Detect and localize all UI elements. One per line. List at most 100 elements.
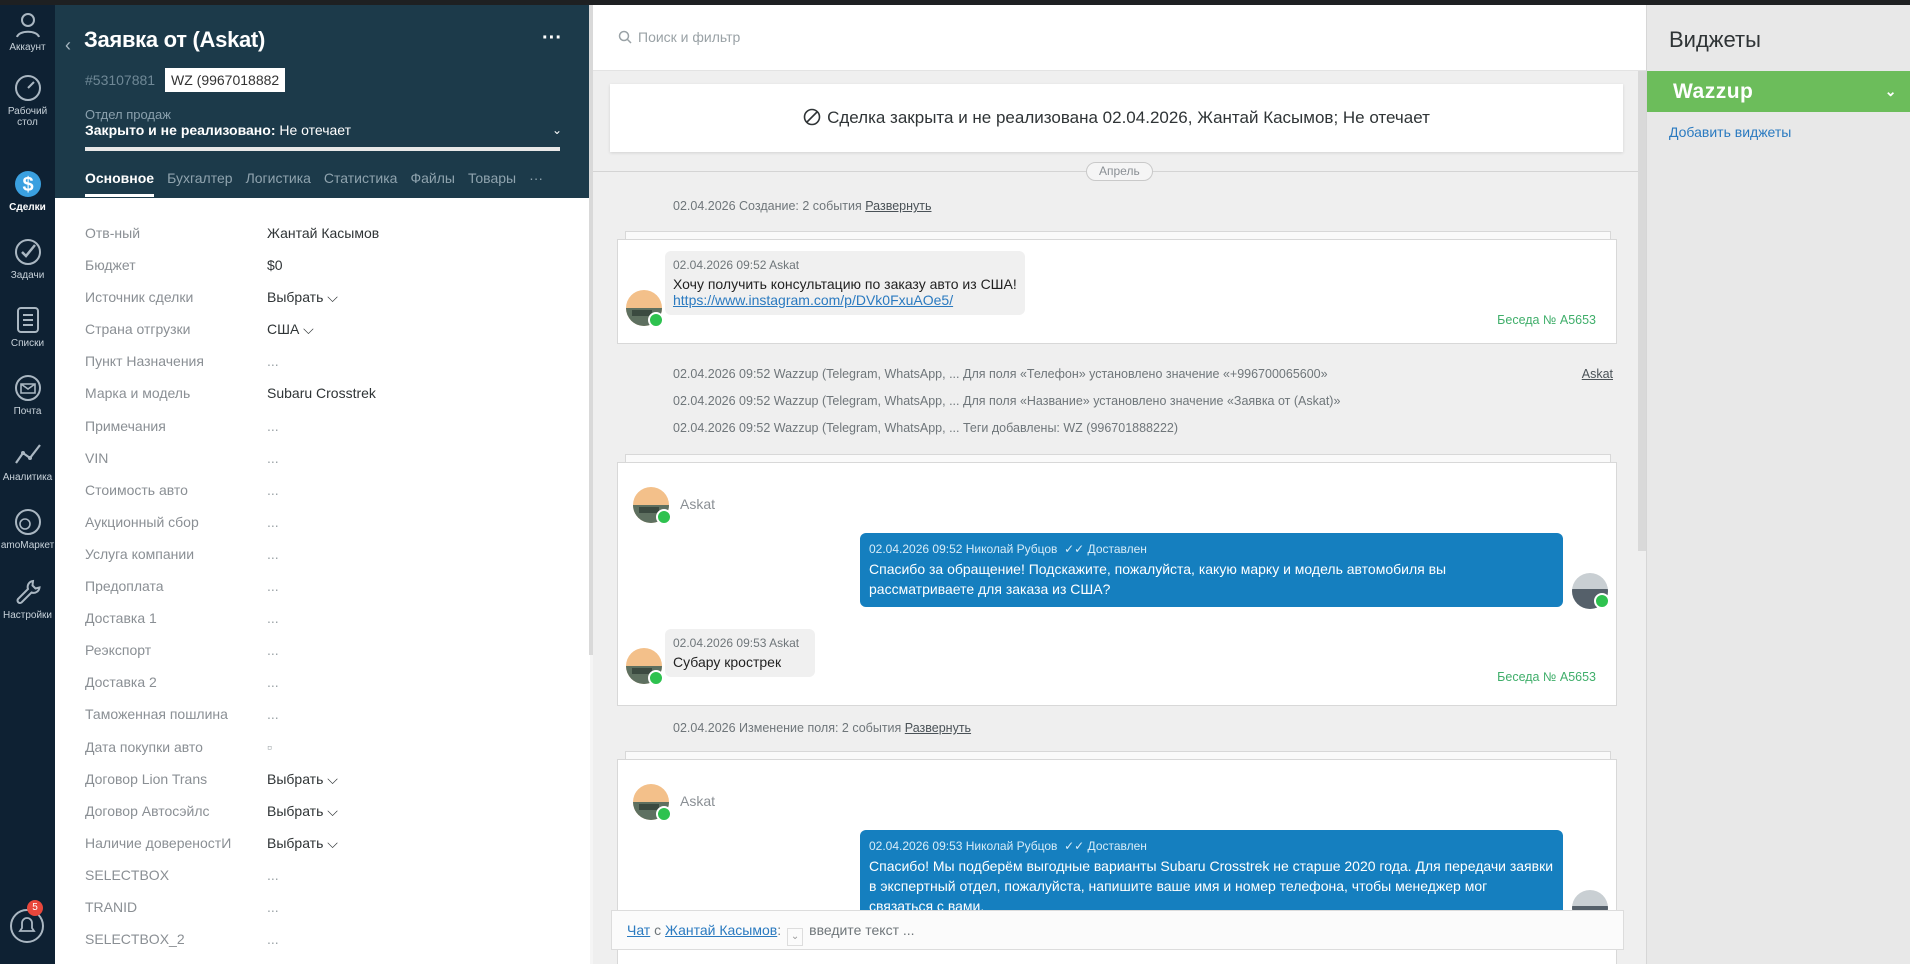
wazzup-widget[interactable]: Wazzup ⌄: [1647, 71, 1910, 112]
nav-deals[interactable]: $ Сделки: [0, 167, 55, 213]
tab-products[interactable]: Товары: [468, 170, 516, 194]
field-value[interactable]: ▫: [267, 739, 272, 755]
field-value[interactable]: Жантай Касымов: [267, 225, 379, 241]
nav-mail[interactable]: Почта: [0, 373, 55, 417]
field-row[interactable]: Наличие довереностИ Выбрать ⌵: [85, 827, 565, 859]
field-row[interactable]: Источник сделки Выбрать ⌵: [85, 281, 565, 313]
app-root: Аккаунт Рабочий стол $ Сделки Задачи Спи…: [0, 0, 1910, 964]
tab-files[interactable]: Файлы: [410, 170, 454, 194]
expand-link[interactable]: Развернуть: [905, 721, 971, 735]
chevron-down-icon[interactable]: ⌄: [787, 928, 804, 946]
field-row[interactable]: Доставка 2...: [85, 666, 565, 698]
field-row[interactable]: Предоплата...: [85, 570, 565, 602]
chat-contact-link[interactable]: Жантай Касымов: [665, 922, 777, 938]
chat-input[interactable]: введите текст ...: [809, 922, 914, 938]
nav-label: amoМаркет: [0, 540, 55, 551]
lead-tag[interactable]: WZ (9967018882: [165, 68, 285, 92]
message-link[interactable]: https://www.instagram.com/p/DVk0FxuAOe5/: [673, 292, 1017, 308]
field-label: Доставка 2: [85, 674, 157, 691]
field-value[interactable]: ...: [267, 706, 279, 722]
field-row[interactable]: Дата покупки авто ▫: [85, 731, 565, 763]
field-value[interactable]: США ⌵: [267, 321, 314, 338]
message-text: Хочу получить консультацию по заказу авт…: [673, 276, 1017, 292]
search-input[interactable]: Поиск и фильтр: [638, 29, 740, 45]
field-row[interactable]: Примечания...: [85, 410, 565, 442]
event-changed: 02.04.2026 Изменение поля: 2 события Раз…: [673, 721, 971, 735]
field-row[interactable]: Аукционный сбор...: [85, 506, 565, 538]
more-menu-icon[interactable]: ···: [542, 27, 562, 50]
field-label: Источник сделки: [85, 289, 194, 306]
field-value[interactable]: Выбрать ⌵: [267, 803, 338, 820]
tab-logistics[interactable]: Логистика: [246, 170, 311, 194]
field-value[interactable]: ...: [267, 418, 279, 434]
search-icon: [618, 30, 632, 44]
field-row[interactable]: Отв-ный Жантай Касымов: [85, 217, 565, 249]
nav-dashboard[interactable]: Рабочий стол: [0, 73, 55, 128]
add-widgets-link[interactable]: Добавить виджеты: [1669, 124, 1791, 140]
field-row[interactable]: Услуга компании...: [85, 538, 565, 570]
back-arrow-icon[interactable]: ‹: [65, 35, 71, 56]
nav-settings[interactable]: Настройки: [0, 577, 55, 621]
field-row[interactable]: Марка и модель Subaru Crosstrek: [85, 377, 565, 409]
message-card: 02.04.2026 09:52 Askat Хочу получить кон…: [617, 239, 1617, 344]
field-row[interactable]: SELECTBOX...: [85, 859, 565, 891]
field-row[interactable]: Стоимость авто...: [85, 474, 565, 506]
field-row[interactable]: Реэкспорт...: [85, 634, 565, 666]
field-row[interactable]: Пункт Назначения...: [85, 345, 565, 377]
expand-link[interactable]: Развернуть: [865, 199, 931, 213]
message-meta: 02.04.2026 09:52 Askat: [673, 258, 800, 272]
field-value[interactable]: ...: [267, 578, 279, 594]
field-value[interactable]: ...: [267, 867, 279, 883]
chevron-down-icon[interactable]: ⌄: [552, 123, 562, 137]
tab-statistics[interactable]: Статистика: [324, 170, 398, 194]
tab-accounting[interactable]: Бухгалтер: [167, 170, 232, 194]
field-row[interactable]: TRANID...: [85, 891, 565, 923]
field-value[interactable]: ...: [267, 674, 279, 690]
field-row[interactable]: VIN...: [85, 442, 565, 474]
tab-main[interactable]: Основное: [85, 170, 155, 197]
field-value[interactable]: Выбрать ⌵: [267, 771, 338, 788]
feed-search[interactable]: Поиск и фильтр: [593, 5, 1646, 71]
chat-composer[interactable]: Чат с Жантай Касымов: ⌄ введите текст ...: [611, 910, 1624, 950]
field-value[interactable]: ...: [267, 642, 279, 658]
field-value[interactable]: ...: [267, 610, 279, 626]
field-label: Услуга компании: [85, 545, 195, 562]
incoming-message: 02.04.2026 09:52 Askat Хочу получить кон…: [665, 251, 1025, 315]
field-row[interactable]: Страна отгрузки США ⌵: [85, 313, 565, 345]
field-value[interactable]: ...: [267, 353, 279, 369]
field-row[interactable]: Договор Lion Trans Выбрать ⌵: [85, 763, 565, 795]
tab-more[interactable]: ···: [529, 170, 543, 194]
field-row[interactable]: Договор Автосэйлс Выбрать ⌵: [85, 795, 565, 827]
field-value[interactable]: ...: [267, 899, 279, 915]
field-value[interactable]: ...: [267, 931, 279, 947]
field-row[interactable]: Доставка 1...: [85, 602, 565, 634]
status-select[interactable]: Закрыто и не реализовано: Не отечает: [85, 122, 560, 138]
field-row[interactable]: Таможенная пошлина...: [85, 698, 565, 730]
field-value[interactable]: Subaru Crosstrek: [267, 385, 376, 401]
chevron-down-icon[interactable]: ⌄: [1885, 71, 1897, 112]
nav-market[interactable]: amoМаркет: [0, 507, 55, 551]
field-value[interactable]: Выбрать ⌵: [267, 835, 338, 852]
nav-analytics[interactable]: Аналитика: [0, 439, 55, 483]
whatsapp-icon: [656, 806, 672, 822]
nav-account[interactable]: Аккаунт: [0, 9, 55, 53]
lead-title[interactable]: Заявка от (Askat): [84, 27, 265, 53]
field-value[interactable]: ...: [267, 482, 279, 498]
field-label: SELECTBOX_2: [85, 931, 185, 948]
field-value[interactable]: Выбрать ⌵: [267, 289, 338, 306]
chat-type-link[interactable]: Чат: [627, 922, 650, 938]
feed-panel: Поиск и фильтр Сделка закрыта и не реали…: [593, 5, 1646, 964]
field-label: Предоплата: [85, 578, 164, 595]
prohibited-icon: [803, 108, 821, 126]
nav-lists[interactable]: Списки: [0, 305, 55, 349]
field-value[interactable]: $0: [267, 257, 283, 273]
field-row[interactable]: Бюджет $0: [85, 249, 565, 281]
field-value[interactable]: ...: [267, 450, 279, 466]
tasks-icon: [14, 239, 41, 265]
field-value[interactable]: ...: [267, 514, 279, 530]
field-row[interactable]: SELECTBOX_2...: [85, 923, 565, 955]
nav-tasks[interactable]: Задачи: [0, 237, 55, 281]
event-author-link[interactable]: Askat: [1582, 367, 1613, 381]
field-value[interactable]: ...: [267, 546, 279, 562]
feed-scrollbar[interactable]: [1638, 71, 1646, 551]
